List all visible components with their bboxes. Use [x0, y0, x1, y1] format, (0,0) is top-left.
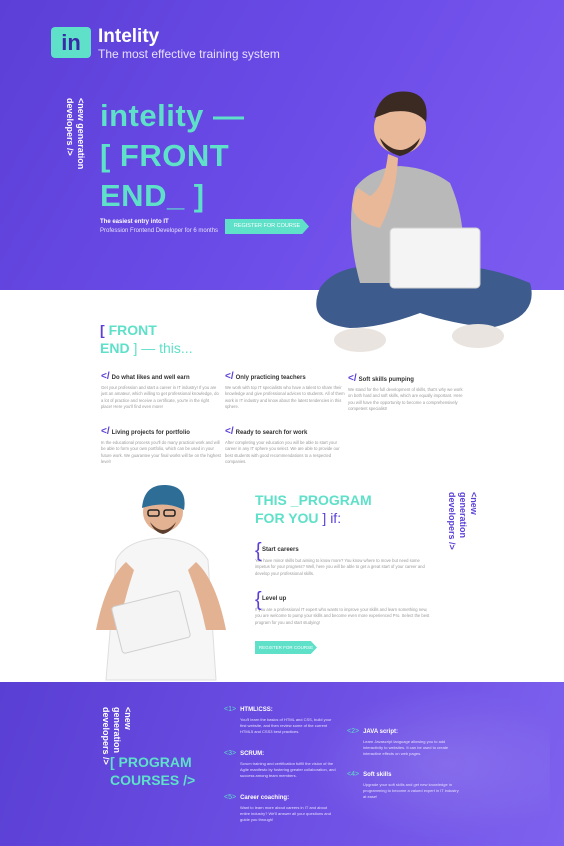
feature-title: Living projects for portfolio	[111, 430, 190, 436]
program-item: { Start careers You have minor skills bu…	[255, 541, 431, 577]
hero-person-image	[316, 91, 532, 352]
features-title-line2: END	[100, 340, 130, 356]
feature-item: </Only practicing teachers We work with …	[225, 371, 345, 410]
features-title-rest: ] — this...	[133, 340, 193, 356]
course-title: HTML\CSS:	[240, 707, 273, 713]
feature-item: </Living projects for portfolio In the e…	[101, 426, 221, 465]
logo-icon[interactable]: in	[51, 27, 91, 58]
hero-title-line: [ FRONT	[100, 138, 230, 173]
features-title-line1: FRONT	[108, 322, 157, 338]
program-vertical-label: <new generation developers />	[447, 492, 479, 550]
features-title: [ FRONT END ] — this...	[100, 321, 193, 357]
feature-title: Do what likes and well earn	[111, 375, 190, 381]
course-item: <5> Career coaching: Want to learn more a…	[224, 794, 336, 823]
register-button[interactable]: REGISTER FOR COURSE	[225, 219, 309, 234]
feature-title: Ready to search for work	[235, 430, 308, 436]
feature-item: </Do what likes and well earn Get your p…	[101, 371, 221, 410]
hero-subtitle-2: Profession Frontend Developer for 6 mont…	[100, 228, 219, 234]
register-button-2[interactable]: REGISTER FOR COURSE	[255, 641, 317, 654]
hero-title-line: intelity —	[100, 98, 245, 133]
program-title-rest: ] if:	[322, 510, 342, 526]
hero-title: intelity — [ FRONT END_ ]	[100, 96, 260, 216]
brand-name: Intelity	[98, 26, 160, 47]
slash-icon: </	[101, 426, 110, 437]
features-bracket: [	[100, 322, 105, 338]
slash-icon: </	[225, 371, 234, 382]
course-number: <5>	[224, 794, 237, 801]
slash-icon: </	[348, 373, 357, 384]
program-item-desc: If you are a professional IT expert who …	[255, 607, 430, 625]
slash-icon: </	[101, 371, 110, 382]
program-title-line2: FOR YOU	[255, 510, 319, 526]
program-item: { Level up If you are a professional IT …	[255, 590, 431, 626]
course-title: JAVA script:	[363, 729, 398, 735]
student-person-image	[96, 484, 226, 681]
brace-icon: {	[255, 540, 262, 562]
slash-icon: </	[225, 426, 234, 437]
feature-item: </Ready to search for work After complet…	[225, 426, 345, 465]
course-item: <3> SCRUM: Scrum training and certificati…	[224, 750, 336, 779]
feature-desc: We work with top IT specialists who have…	[225, 385, 345, 409]
program-item-title: Start careers	[262, 547, 299, 553]
course-desc: Scrum training and certification fulfill…	[240, 761, 336, 778]
course-number: <4>	[347, 771, 360, 778]
course-title: SCRUM:	[240, 751, 265, 757]
course-item: <1> HTML\CSS: You'll learn the basics of …	[224, 706, 336, 735]
course-desc: You'll learn the basics of HTML and CSS,…	[240, 717, 332, 734]
course-title: Soft skills	[363, 772, 392, 778]
feature-item: </Soft skills pumping We stand for the f…	[348, 373, 468, 412]
feature-title: Soft skills pumping	[358, 377, 414, 383]
feature-desc: After completing your education you will…	[225, 440, 340, 464]
course-number: <2>	[347, 728, 360, 735]
hero-title-line: END_ ]	[100, 178, 205, 213]
program-title-line1: THIS _PROGRAM	[255, 492, 372, 508]
hero-subtitle: The easiest entry into IT	[100, 219, 169, 225]
feature-title: Only practicing teachers	[235, 375, 306, 381]
course-desc: Learn Javascript language allowing you t…	[363, 739, 449, 756]
courses-title-line1: [ PROGRAM	[110, 754, 192, 770]
feature-desc: We stand for the full development of ski…	[348, 387, 463, 411]
courses-title-line2: COURSES />	[110, 772, 196, 788]
brace-icon: {	[255, 589, 262, 611]
program-item-title: Level up	[262, 596, 287, 602]
course-title: Career coaching:	[240, 795, 290, 801]
course-number: <3>	[224, 750, 237, 757]
program-title: THIS _PROGRAM FOR YOU ] if:	[255, 491, 372, 527]
brand-tagline: The most effective training system	[98, 47, 280, 61]
course-number: <1>	[224, 706, 237, 713]
course-item: <2> JAVA script: Learn Javascript languag…	[347, 728, 459, 757]
program-item-desc: You have minor skills but aiming to know…	[255, 558, 425, 576]
course-desc: Upgrade your soft skills and get new kno…	[363, 782, 459, 799]
course-desc: Want to learn more about careers in IT a…	[240, 805, 331, 822]
courses-title: [ PROGRAM COURSES />	[110, 753, 195, 789]
feature-desc: In the educational process you'll do man…	[101, 440, 221, 464]
hero-vertical-label: <new generation developers />	[65, 98, 86, 170]
course-item: <4> Soft skills Upgrade your soft skills …	[347, 771, 459, 800]
feature-desc: Get your profession and start a career i…	[101, 385, 219, 409]
